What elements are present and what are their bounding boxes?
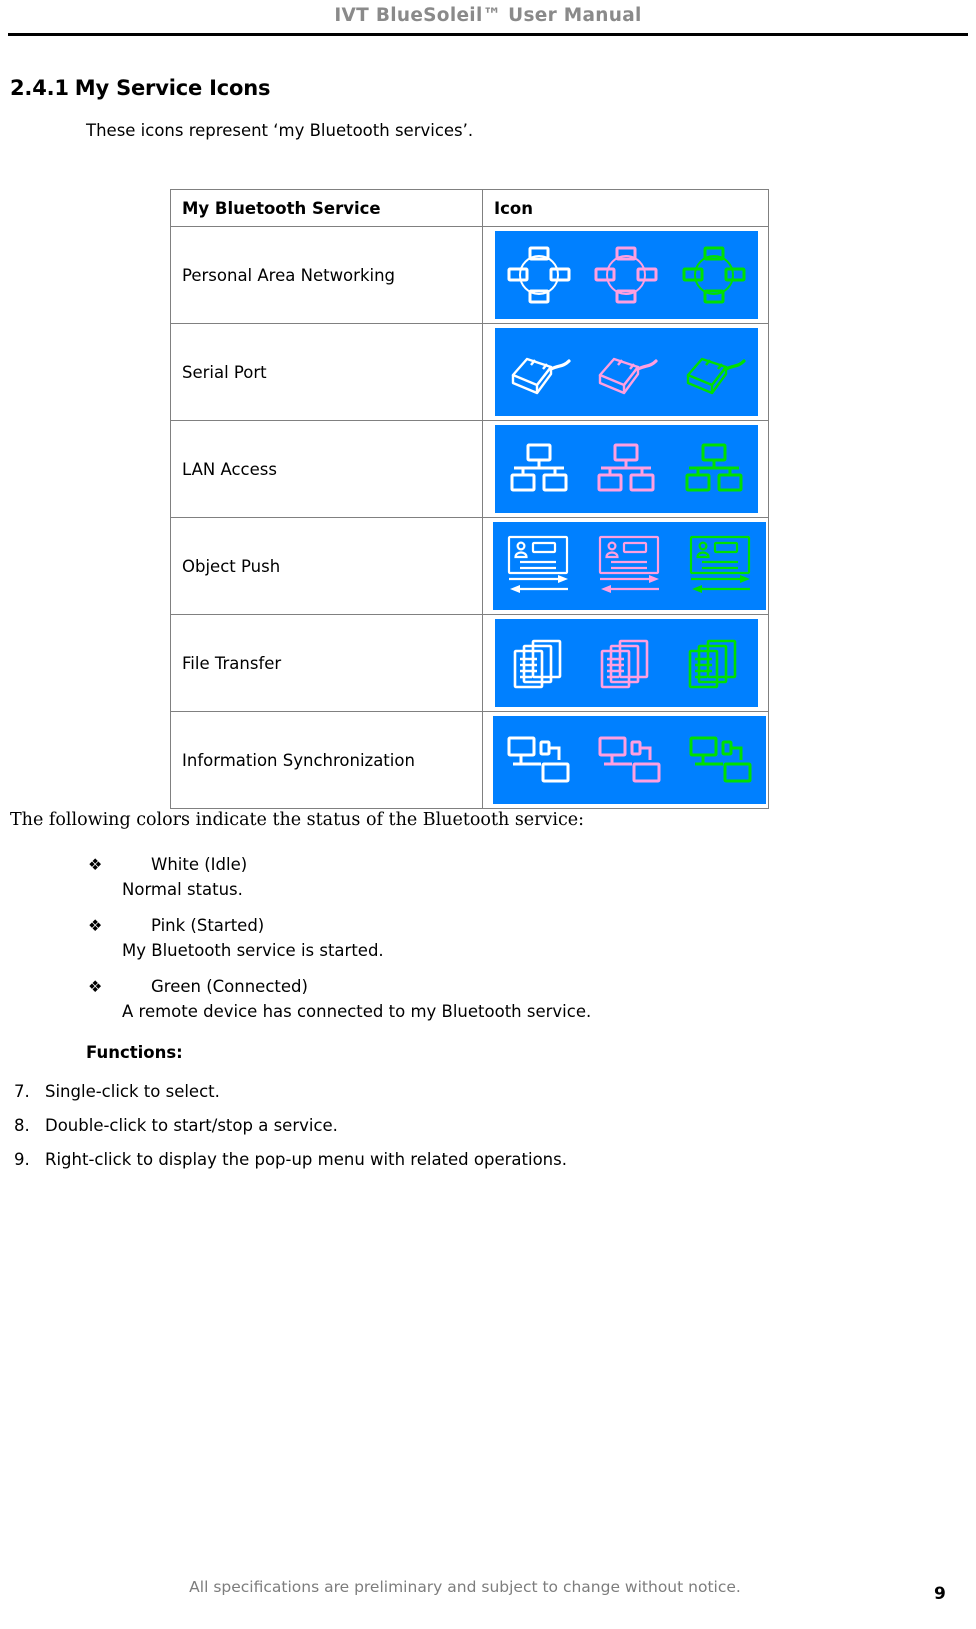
list-item: 8. Double-click to start/stop a service. xyxy=(14,1116,954,1135)
status-bullet-white: ❖ White (Idle) Normal status. xyxy=(88,855,948,899)
information-sync-icon-connected xyxy=(686,727,756,793)
function-item-7-number: 7. xyxy=(14,1082,30,1101)
service-name-cell: Serial Port xyxy=(170,323,483,421)
function-item-9-text: Right-click to display the pop-up menu w… xyxy=(45,1150,567,1169)
service-name-label: LAN Access xyxy=(182,459,277,479)
information-sync-icon-strip xyxy=(493,716,766,804)
service-name-cell: Information Synchronization xyxy=(170,711,483,809)
table-row: LAN Access xyxy=(170,420,769,518)
service-name-label: File Transfer xyxy=(182,653,282,673)
service-icon-cell xyxy=(482,226,769,324)
status-bullet-white-title: White (Idle) xyxy=(151,855,248,874)
lan-access-icon-started xyxy=(591,436,661,502)
service-name-cell: Personal Area Networking xyxy=(170,226,483,324)
function-item-7: 7. Single-click to select. xyxy=(14,1082,954,1101)
status-bullet-green: ❖ Green (Connected) A remote device has … xyxy=(88,977,948,1021)
table-row: Information Synchronization xyxy=(170,711,769,809)
object-push-icon-idle xyxy=(504,533,574,599)
header-divider xyxy=(8,33,968,36)
pan-icon-connected xyxy=(679,242,749,308)
function-item-9-number: 9. xyxy=(14,1150,30,1169)
function-item-9: 9. Right-click to display the pop-up men… xyxy=(14,1150,954,1169)
function-item-8: 8. Double-click to start/stop a service. xyxy=(14,1116,954,1135)
section-number: 2.4.1 xyxy=(10,76,69,100)
status-bullet-pink-description: My Bluetooth service is started. xyxy=(122,941,384,960)
page-title: 2.4.1 My Service Icons xyxy=(10,76,270,100)
file-transfer-icon-started xyxy=(591,630,661,696)
table-row: File Transfer xyxy=(170,614,769,712)
object-push-icon-started xyxy=(595,533,665,599)
column-header-service-label: My Bluetooth Service xyxy=(182,198,381,218)
information-sync-icon-idle xyxy=(504,727,574,793)
functions-heading: Functions: xyxy=(86,1043,183,1062)
status-bullet-pink-row: ❖ Pink (Started) xyxy=(88,916,948,935)
status-bullet-pink-title: Pink (Started) xyxy=(151,916,265,935)
service-icon-cell xyxy=(482,420,769,518)
service-name-label: Serial Port xyxy=(182,362,267,382)
list-item: 7. Single-click to select. xyxy=(14,1082,954,1101)
status-bullet-white-description: Normal status. xyxy=(122,880,243,899)
lan-access-icon-strip xyxy=(495,425,758,513)
pan-icon-idle xyxy=(504,242,574,308)
service-name-label: Object Push xyxy=(182,556,281,576)
table-row: Personal Area Networking xyxy=(170,226,769,324)
service-icon-cell xyxy=(482,517,769,615)
serial-port-icon-idle xyxy=(504,339,574,405)
service-name-label: Information Synchronization xyxy=(182,750,415,770)
status-bullet-green-description: A remote device has connected to my Blue… xyxy=(122,1002,592,1021)
serial-port-icon-connected xyxy=(679,339,749,405)
pan-icon-strip xyxy=(495,231,758,319)
lan-access-icon-idle xyxy=(504,436,574,502)
function-item-7-text: Single-click to select. xyxy=(45,1082,220,1101)
column-header-icon: Icon xyxy=(482,189,769,227)
function-item-8-number: 8. xyxy=(14,1116,30,1135)
pan-icon-started xyxy=(591,242,661,308)
column-header-icon-label: Icon xyxy=(494,198,534,218)
table-row: Object Push xyxy=(170,517,769,615)
service-name-cell: LAN Access xyxy=(170,420,483,518)
section-intro-text: These icons represent ‘my Bluetooth serv… xyxy=(86,121,474,140)
serial-port-icon-started xyxy=(591,339,661,405)
service-name-cell: File Transfer xyxy=(170,614,483,712)
page-number: 9 xyxy=(934,1584,946,1604)
document-title: IVT BlueSoleil™ User Manual xyxy=(334,5,642,26)
service-name-label: Personal Area Networking xyxy=(182,265,396,285)
service-icon-cell xyxy=(482,711,769,809)
service-icon-cell xyxy=(482,323,769,421)
status-bullet-green-title: Green (Connected) xyxy=(151,977,308,996)
table-header-row: My Bluetooth Service Icon xyxy=(170,189,769,227)
service-name-cell: Object Push xyxy=(170,517,483,615)
service-icon-cell xyxy=(482,614,769,712)
footer-disclaimer: All specifications are preliminary and s… xyxy=(189,1578,741,1596)
diamond-bullet-icon: ❖ xyxy=(88,977,103,996)
diamond-bullet-icon: ❖ xyxy=(88,916,103,935)
status-bullet-pink: ❖ Pink (Started) My Bluetooth service is… xyxy=(88,916,948,960)
column-header-service: My Bluetooth Service xyxy=(170,189,483,227)
serial-port-icon-strip xyxy=(495,328,758,416)
section-title: My Service Icons xyxy=(74,76,271,100)
information-sync-icon-started xyxy=(595,727,665,793)
status-bullet-green-row: ❖ Green (Connected) xyxy=(88,977,948,996)
lan-access-icon-connected xyxy=(679,436,749,502)
object-push-icon-strip xyxy=(493,522,766,610)
function-item-8-text: Double-click to start/stop a service. xyxy=(45,1116,338,1135)
file-transfer-icon-strip xyxy=(495,619,758,707)
object-push-icon-connected xyxy=(686,533,756,599)
status-bullet-white-row: ❖ White (Idle) xyxy=(88,855,948,874)
diamond-bullet-icon: ❖ xyxy=(88,855,103,874)
table-row: Serial Port xyxy=(170,323,769,421)
file-transfer-icon-connected xyxy=(679,630,749,696)
service-icons-table: My Bluetooth Service Icon Personal Area … xyxy=(170,189,769,809)
document-header: IVT BlueSoleil™ User Manual xyxy=(0,0,976,36)
list-item: 9. Right-click to display the pop-up men… xyxy=(14,1150,954,1169)
file-transfer-icon-idle xyxy=(504,630,574,696)
status-colors-paragraph: The following colors indicate the status… xyxy=(10,810,585,830)
